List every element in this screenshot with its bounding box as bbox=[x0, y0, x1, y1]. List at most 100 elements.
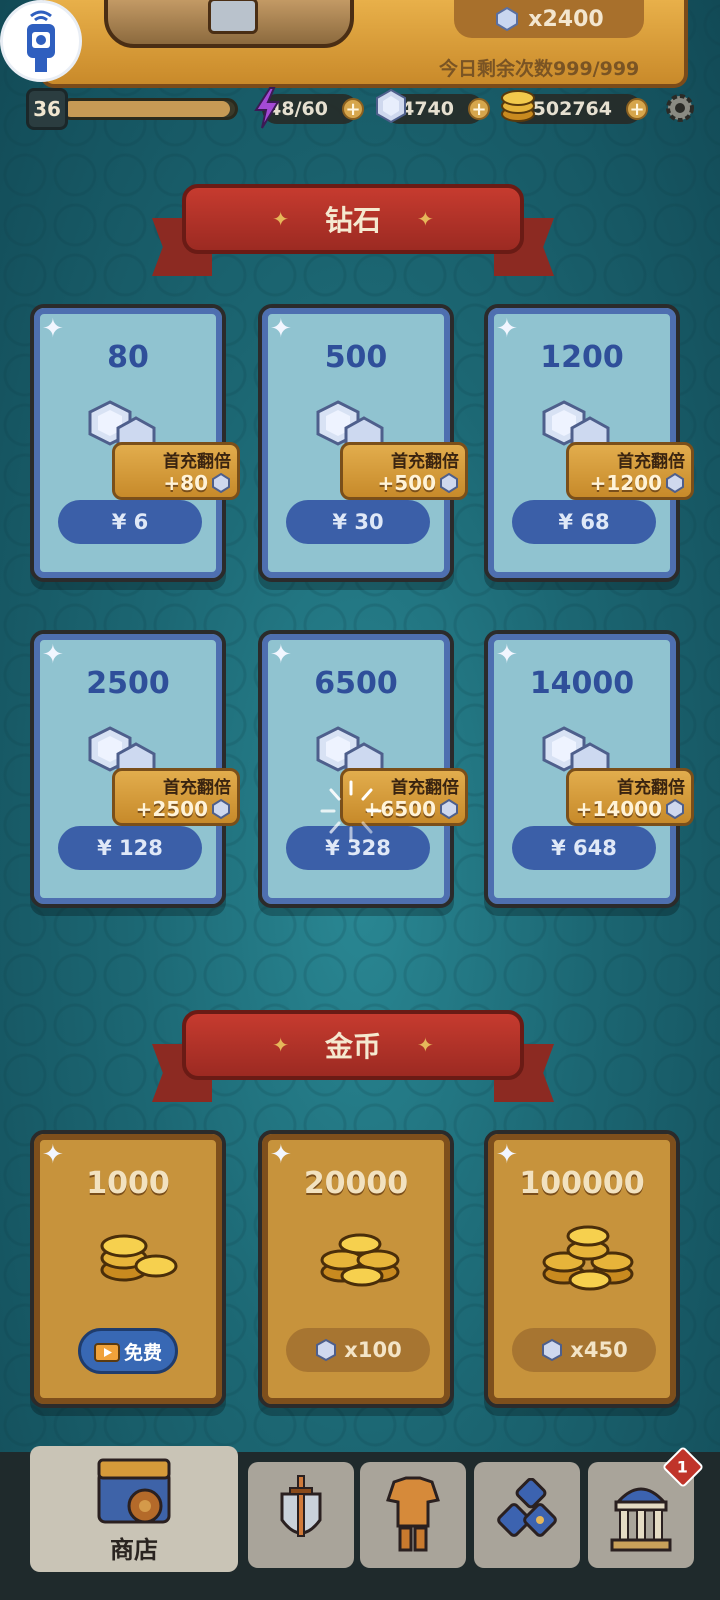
gem-pack-price: ¥ 68 bbox=[558, 510, 610, 534]
gem-pack-price-button[interactable]: ¥ 648 bbox=[512, 826, 656, 870]
ribbon-deco-icon: ✦ bbox=[272, 207, 289, 231]
daily-remaining-text: 今日剩余次数999/999 bbox=[439, 58, 640, 80]
gear-icon bbox=[666, 94, 694, 122]
gem-pack-amount: 6500 bbox=[314, 666, 398, 701]
nav-tab-equipment[interactable] bbox=[360, 1462, 466, 1568]
gold-pack-card[interactable]: ✦ 20000 x100 bbox=[258, 1130, 454, 1408]
nav-tab-shop[interactable]: 商店 bbox=[30, 1446, 238, 1572]
gold-coin-stack-icon bbox=[501, 90, 535, 122]
gold-coins-icon bbox=[542, 1225, 634, 1291]
bonus-title: 首充翻倍 bbox=[391, 778, 459, 798]
bonus-title: 首充翻倍 bbox=[391, 452, 459, 472]
gem-icon bbox=[316, 1338, 337, 1362]
video-ad-icon bbox=[93, 1343, 120, 1362]
add-gold-button[interactable]: + bbox=[626, 98, 648, 120]
rune-tiles-icon bbox=[497, 1478, 557, 1537]
gem-icon bbox=[376, 88, 406, 124]
first-recharge-bonus-badge: 首充翻倍 +2500 bbox=[112, 768, 240, 826]
level-badge[interactable]: 36 bbox=[26, 88, 68, 130]
bonus-title: 首充翻倍 bbox=[617, 778, 685, 798]
gold-value: 502764 bbox=[532, 98, 612, 120]
first-recharge-bonus-badge: 首充翻倍 +500 bbox=[340, 442, 468, 500]
gem-icon bbox=[212, 473, 230, 493]
gem-pack-amount: 14000 bbox=[529, 666, 635, 701]
bonus-value: +2500 bbox=[136, 797, 231, 821]
ribbon-deco-icon: ✦ bbox=[272, 1033, 289, 1057]
gold-pack-price: x100 bbox=[344, 1338, 402, 1362]
gold-coins-icon bbox=[320, 1233, 400, 1287]
nav-shop-label: 商店 bbox=[110, 1535, 158, 1564]
gem-icon bbox=[666, 473, 684, 493]
gem-pack-price: ¥ 648 bbox=[551, 836, 617, 860]
gold-pack-amount: 20000 bbox=[303, 1166, 409, 1201]
gem-icon bbox=[440, 799, 458, 819]
bonus-value: +1200 bbox=[590, 471, 685, 495]
first-recharge-bonus-badge: 首充翻倍 +14000 bbox=[566, 768, 694, 826]
gem-pack-price-button[interactable]: ¥ 30 bbox=[286, 500, 430, 544]
nav-tab-museum[interactable]: 1 bbox=[588, 1445, 705, 1568]
bonus-title: 首充翻倍 bbox=[617, 452, 685, 472]
nav-tab-battle[interactable] bbox=[248, 1462, 354, 1568]
lightning-icon bbox=[254, 87, 280, 129]
xp-bar bbox=[60, 98, 238, 120]
chest-icon bbox=[104, 0, 354, 48]
gem-pack-price: ¥ 6 bbox=[111, 510, 149, 534]
sword-shield-icon bbox=[280, 1475, 322, 1537]
bonus-value: +14000 bbox=[576, 797, 685, 821]
gem-section-ribbon: ✦ 钻石 ✦ bbox=[152, 184, 554, 284]
gem-pack-price-button[interactable]: ¥ 6 bbox=[58, 500, 202, 544]
bonus-value: +80 bbox=[163, 471, 231, 495]
gem-pack-amount: 2500 bbox=[86, 666, 170, 701]
gold-pack-card[interactable]: ✦ 1000 免费 bbox=[30, 1130, 226, 1408]
bonus-title: 首充翻倍 bbox=[163, 778, 231, 798]
gem-pack-card[interactable]: ✦ 2500 首充翻倍 +2500 ¥ 128 bbox=[30, 630, 240, 908]
gold-pack-price: x450 bbox=[570, 1338, 628, 1362]
gem-counter[interactable]: 4740 + bbox=[376, 88, 490, 124]
bonus-value: +500 bbox=[377, 471, 459, 495]
resource-bar: 36 48/60 + 4740 + 502764 + bbox=[0, 86, 720, 130]
gem-value: 4740 bbox=[401, 98, 454, 120]
gem-pack-price-button[interactable]: ¥ 68 bbox=[512, 500, 656, 544]
gem-pack-card[interactable]: ✦ 14000 首充翻倍 +14000 ¥ 648 bbox=[484, 630, 694, 908]
ribbon-deco-icon: ✦ bbox=[417, 1033, 434, 1057]
gold-counter[interactable]: 502764 + bbox=[501, 90, 648, 124]
gem-pack-card[interactable]: ✦ 1200 首充翻倍 +1200 ¥ 68 bbox=[484, 304, 694, 582]
robot-icon bbox=[27, 10, 55, 72]
settings-button[interactable] bbox=[660, 88, 700, 128]
gold-pack-price-button[interactable]: x450 bbox=[512, 1328, 656, 1372]
gem-pack-price: ¥ 128 bbox=[97, 836, 163, 860]
gem-pack-card[interactable]: ✦ 80 首充翻倍 +80 ¥ 6 bbox=[30, 304, 240, 582]
free-label: 免费 bbox=[123, 1341, 162, 1364]
gem-icon bbox=[440, 473, 458, 493]
add-energy-button[interactable]: + bbox=[342, 98, 364, 120]
gold-section-ribbon: ✦ 金币 ✦ bbox=[152, 1010, 554, 1110]
free-gold-button[interactable]: 免费 bbox=[78, 1328, 178, 1374]
app-overlay-icon[interactable] bbox=[0, 0, 82, 82]
armor-icon bbox=[386, 1476, 440, 1552]
gold-pack-amount: 1000 bbox=[86, 1166, 170, 1201]
gold-section-title: 金币 bbox=[324, 1030, 381, 1063]
chest-price-button[interactable]: x2400 bbox=[454, 0, 644, 38]
energy-counter[interactable]: 48/60 + bbox=[254, 87, 364, 129]
lock-icon bbox=[208, 0, 258, 34]
first-recharge-bonus-badge: 首充翻倍 +80 bbox=[112, 442, 240, 500]
shop-chest-icon bbox=[97, 1458, 171, 1523]
gem-icon bbox=[542, 1338, 563, 1362]
gold-coins-icon bbox=[100, 1234, 178, 1282]
nav-tab-skills[interactable] bbox=[474, 1462, 580, 1568]
add-gems-button[interactable]: + bbox=[468, 98, 490, 120]
gem-icon bbox=[496, 6, 519, 32]
gem-pack-price-button[interactable]: ¥ 128 bbox=[58, 826, 202, 870]
loading-spinner-icon bbox=[320, 780, 382, 842]
gold-pack-card[interactable]: ✦ 100000 x450 bbox=[484, 1130, 680, 1408]
chest-banner[interactable]: x2400 今日剩余次数999/999 bbox=[40, 0, 688, 88]
gold-pack-amount: 100000 bbox=[519, 1166, 645, 1201]
gem-pack-amount: 80 bbox=[107, 340, 149, 375]
gem-pack-card[interactable]: ✦ 6500 首充翻倍 +6500 ¥ 328 bbox=[258, 630, 468, 908]
gold-pack-price-button[interactable]: x100 bbox=[286, 1328, 430, 1372]
chest-price-label: x2400 bbox=[528, 6, 604, 32]
xp-bar-fill bbox=[63, 101, 230, 117]
gem-icon bbox=[666, 799, 684, 819]
gem-pack-amount: 500 bbox=[324, 340, 388, 375]
gem-pack-card[interactable]: ✦ 500 首充翻倍 +500 ¥ 30 bbox=[258, 304, 468, 582]
